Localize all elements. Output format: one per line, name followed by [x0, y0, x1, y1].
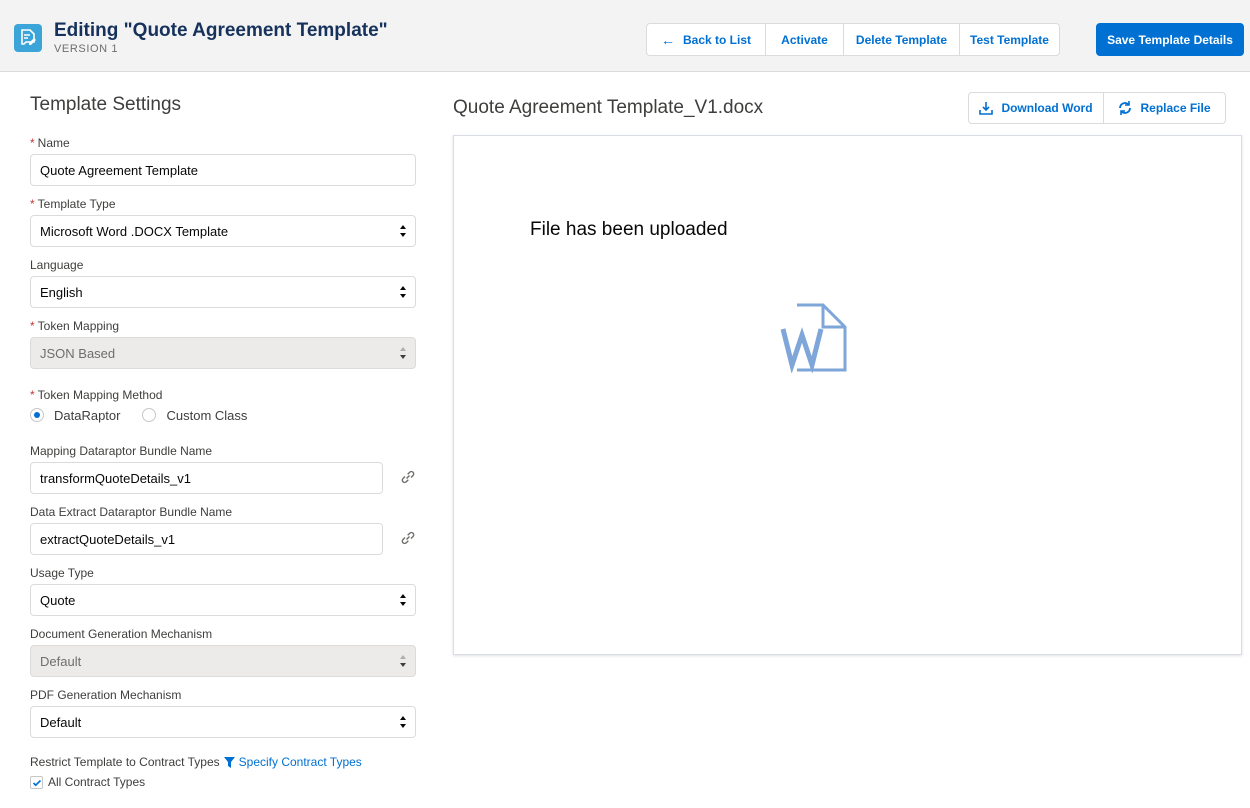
mapping-bundle-input[interactable]: transformQuoteDetails_v1	[30, 462, 383, 494]
select-arrows-icon	[400, 655, 406, 667]
template-type-select[interactable]: Microsoft Word .DOCX Template	[30, 215, 416, 247]
download-word-button[interactable]: Download Word	[968, 92, 1104, 124]
template-type-value: Microsoft Word .DOCX Template	[40, 223, 229, 239]
page-title: Editing "Quote Agreement Template"	[54, 20, 388, 41]
pdf-gen-mechanism-value: Default	[40, 714, 82, 730]
template-type-label: * Template Type	[30, 197, 116, 211]
required-marker: *	[30, 388, 35, 402]
upload-status-text: File has been uploaded	[530, 219, 728, 240]
specify-contract-types-link[interactable]: Specify Contract Types	[223, 755, 362, 769]
back-to-list-label: Back to List	[682, 32, 751, 47]
all-contract-types-option[interactable]: All Contract Types	[30, 775, 145, 789]
select-arrows-icon	[400, 225, 406, 237]
activate-button[interactable]: Activate	[766, 23, 844, 56]
file-button-group: Download Word Replace File	[968, 92, 1226, 124]
save-template-details-button[interactable]: Save Template Details	[1096, 23, 1244, 56]
radio-custom-class[interactable]	[142, 408, 157, 422]
page-header: Editing "Quote Agreement Template" VERSI…	[0, 0, 1250, 72]
file-name-heading: Quote Agreement Template_V1.docx	[453, 97, 764, 118]
word-document-icon	[780, 303, 847, 373]
template-app-icon	[14, 24, 42, 52]
radio-dataraptor[interactable]	[30, 408, 44, 422]
file-preview-panel: File has been uploaded	[453, 135, 1242, 655]
back-to-list-button[interactable]: ← Back to List	[646, 23, 766, 56]
pdf-gen-mechanism-label: PDF Generation Mechanism	[30, 688, 182, 702]
select-arrows-icon	[400, 347, 406, 359]
select-arrows-icon	[400, 594, 406, 606]
name-input[interactable]: Quote Agreement Template	[30, 154, 416, 186]
usage-type-value: Quote	[40, 592, 76, 608]
replace-icon	[1119, 101, 1132, 115]
token-mapping-select: JSON Based	[30, 337, 416, 369]
required-marker: *	[30, 197, 35, 211]
token-mapping-value: JSON Based	[40, 345, 116, 361]
select-arrows-icon	[400, 716, 406, 728]
arrow-left-icon: ←	[660, 31, 675, 48]
link-icon[interactable]	[398, 467, 418, 487]
doc-gen-mechanism-value: Default	[40, 653, 82, 669]
version-label: VERSION 1	[54, 43, 119, 55]
restrict-label: Restrict Template to Contract Types	[30, 755, 220, 769]
doc-gen-mechanism-label: Document Generation Mechanism	[30, 627, 213, 641]
usage-type-select[interactable]: Quote	[30, 584, 416, 616]
all-contract-types-checkbox[interactable]	[30, 775, 43, 789]
select-arrows-icon	[400, 286, 406, 298]
extract-bundle-label: Data Extract Dataraptor Bundle Name	[30, 505, 233, 519]
language-label: Language	[30, 258, 84, 272]
language-value: English	[40, 284, 83, 300]
filter-icon	[223, 756, 235, 768]
restrict-contract-types: Restrict Template to Contract Types Spec…	[30, 755, 362, 769]
extract-bundle-input[interactable]: extractQuoteDetails_v1	[30, 523, 383, 555]
test-template-button[interactable]: Test Template	[960, 23, 1060, 56]
mapping-bundle-label: Mapping Dataraptor Bundle Name	[30, 444, 213, 458]
required-marker: *	[30, 136, 35, 150]
required-marker: *	[30, 319, 35, 333]
pdf-gen-mechanism-select[interactable]: Default	[30, 706, 416, 738]
download-icon	[979, 102, 994, 115]
token-mapping-method-group: DataRaptor Custom Class	[30, 406, 247, 424]
radio-dataraptor-label: DataRaptor	[54, 407, 121, 423]
link-icon[interactable]	[398, 528, 418, 548]
language-select[interactable]: English	[30, 276, 416, 308]
doc-gen-mechanism-select: Default	[30, 645, 416, 677]
token-mapping-label: * Token Mapping	[30, 319, 120, 333]
all-contract-types-label: All Contract Types	[48, 775, 146, 789]
token-mapping-method-label: * Token Mapping Method	[30, 388, 163, 402]
template-settings-heading: Template Settings	[30, 94, 182, 115]
usage-type-label: Usage Type	[30, 566, 94, 580]
checkmark-icon	[32, 779, 42, 786]
name-label: * Name	[30, 136, 70, 150]
radio-custom-class-label: Custom Class	[166, 407, 248, 423]
delete-template-button[interactable]: Delete Template	[844, 23, 960, 56]
header-button-group: ← Back to List Activate Delete Template …	[646, 23, 1060, 56]
replace-file-button[interactable]: Replace File	[1104, 92, 1226, 124]
